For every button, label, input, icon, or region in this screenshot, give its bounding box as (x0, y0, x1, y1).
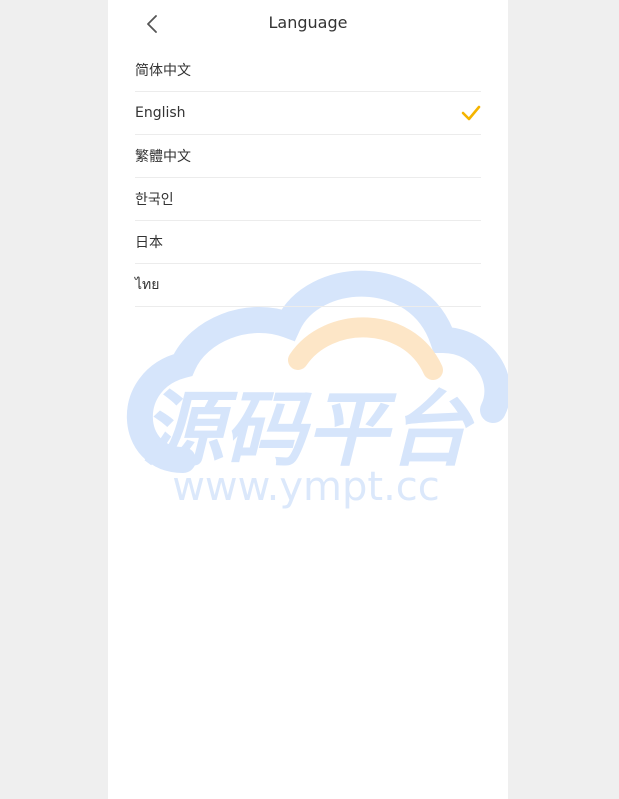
language-label: 한국인 (135, 192, 174, 208)
language-item-zh-hans[interactable]: 简体中文 (135, 49, 481, 92)
language-list: 简体中文 English 繁體中文 한국인 日本 ไทย (135, 49, 481, 307)
language-item-english[interactable]: English (135, 92, 481, 135)
watermark-brand: 源码平台 (142, 383, 475, 478)
language-item-zh-hant[interactable]: 繁體中文 (135, 135, 481, 178)
header: Language (108, 0, 508, 48)
language-item-korean[interactable]: 한국인 (135, 178, 481, 221)
language-label: English (135, 105, 186, 121)
language-item-thai[interactable]: ไทย (135, 264, 481, 307)
language-label: 简体中文 (135, 63, 191, 79)
checkmark-icon (461, 105, 481, 121)
page-title: Language (268, 13, 348, 32)
language-label: 繁體中文 (135, 149, 191, 165)
language-label: ไทย (135, 277, 160, 293)
watermark-url: www.ympt.cc (172, 464, 440, 510)
language-item-japanese[interactable]: 日本 (135, 221, 481, 264)
phone-screen: Language 源码平台 www.ympt.cc 简体中文 English 繁… (108, 0, 508, 799)
language-label: 日本 (135, 235, 163, 251)
watermark-logo: 源码平台 www.ympt.cc (126, 270, 508, 510)
